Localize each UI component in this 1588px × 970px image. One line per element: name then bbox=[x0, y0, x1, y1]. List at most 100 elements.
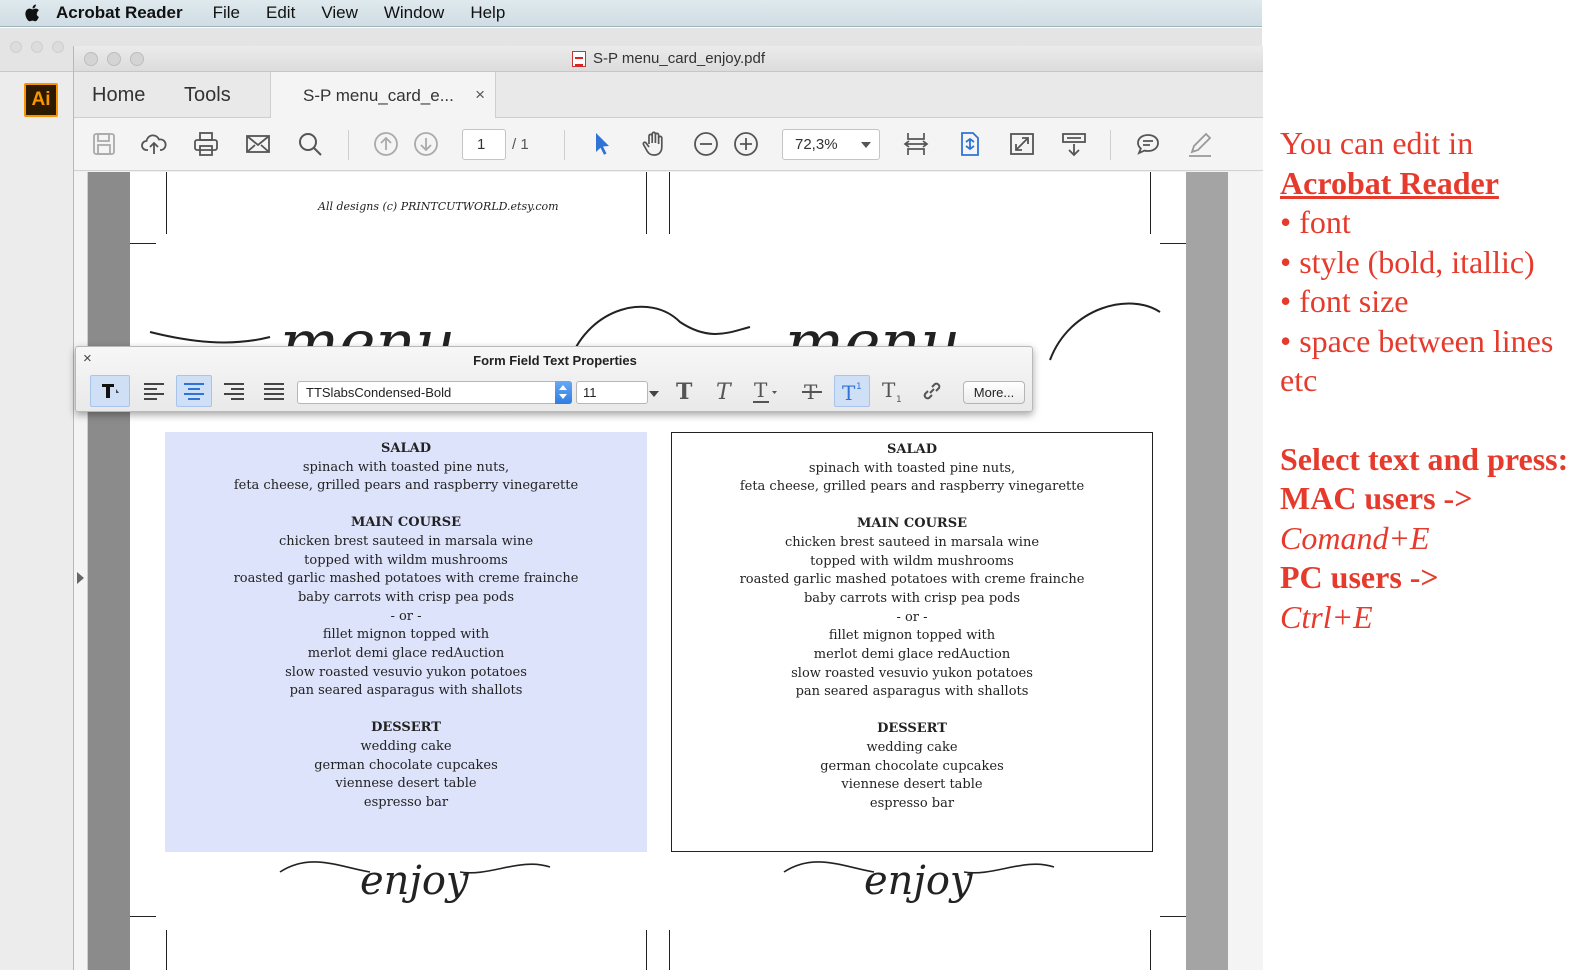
search-icon[interactable] bbox=[294, 128, 326, 160]
annotation-pc-shortcut: Ctrl+E bbox=[1280, 598, 1373, 635]
menu-line: baby carrots with crisp pea pods bbox=[803, 590, 1021, 606]
menu-window[interactable]: Window bbox=[384, 3, 444, 23]
italic-button[interactable]: T bbox=[706, 375, 742, 407]
menu-line: wedding cake bbox=[866, 739, 958, 755]
section-heading: MAIN COURSE bbox=[350, 515, 462, 531]
align-center-icon bbox=[184, 383, 204, 400]
font-size-input[interactable]: 11 bbox=[576, 381, 648, 404]
page-number-input[interactable]: 1 bbox=[462, 129, 506, 160]
font-size-chevron-icon[interactable] bbox=[649, 391, 659, 397]
menu-text-field-right[interactable]: SALAD spinach with toasted pine nuts, fe… bbox=[671, 432, 1153, 852]
page-down-icon[interactable] bbox=[410, 128, 442, 160]
acrobat-window: S-P menu_card_enjoy.pdf Home Tools S-P m… bbox=[73, 46, 1263, 970]
link-button[interactable] bbox=[914, 375, 950, 407]
read-mode-icon[interactable] bbox=[1058, 128, 1090, 160]
menu-line: roasted garlic mashed potatoes with crem… bbox=[233, 571, 579, 587]
menu-edit[interactable]: Edit bbox=[266, 3, 295, 23]
zoom-level-dropdown[interactable]: 72,3% bbox=[782, 129, 880, 160]
menu-app-name[interactable]: Acrobat Reader bbox=[56, 3, 183, 23]
window-close-button[interactable] bbox=[84, 52, 98, 66]
select-arrow-icon[interactable] bbox=[586, 128, 618, 160]
scroll-mode-icon[interactable] bbox=[900, 128, 932, 160]
zoom-in-icon[interactable] bbox=[730, 128, 762, 160]
toolbar-separator bbox=[1110, 130, 1111, 160]
crop-mark bbox=[646, 930, 647, 970]
fit-page-icon[interactable] bbox=[954, 128, 986, 160]
crop-mark bbox=[166, 930, 167, 970]
section-heading: DESSERT bbox=[877, 721, 947, 737]
annotation-pc-label: PC users -> bbox=[1280, 559, 1439, 595]
svg-text:1: 1 bbox=[856, 382, 862, 392]
strikethrough-button[interactable]: T bbox=[794, 375, 830, 407]
expand-pane-icon[interactable] bbox=[77, 572, 84, 584]
menu-line: fillet mignon topped with bbox=[828, 628, 996, 644]
tab-home[interactable]: Home bbox=[92, 72, 145, 118]
menu-line: merlot demi glace redAuction bbox=[813, 647, 1011, 663]
hand-icon[interactable] bbox=[638, 128, 670, 160]
enjoy-script-right: enjoy bbox=[783, 858, 1055, 904]
upload-cloud-icon[interactable] bbox=[138, 128, 170, 160]
underline-button[interactable]: T bbox=[746, 375, 782, 407]
strikethrough-text-icon: T bbox=[802, 380, 822, 404]
superscript-button[interactable]: T1 bbox=[834, 375, 870, 407]
justify-button[interactable] bbox=[256, 375, 292, 407]
print-icon[interactable] bbox=[190, 128, 222, 160]
save-icon[interactable] bbox=[88, 128, 120, 160]
font-size-value: 11 bbox=[583, 385, 597, 400]
menu-text-field-left[interactable]: SALAD spinach with toasted pine nuts, fe… bbox=[165, 432, 647, 852]
email-icon[interactable] bbox=[242, 128, 274, 160]
pen-icon[interactable] bbox=[1184, 128, 1216, 160]
zoom-level-value: 72,3% bbox=[795, 136, 838, 153]
designer-credit: All designs (c) PRINTCUTWORLD.etsy.com bbox=[318, 200, 559, 213]
chevron-down-icon bbox=[861, 142, 871, 148]
window-minimize-button[interactable] bbox=[107, 52, 121, 66]
align-right-button[interactable] bbox=[216, 375, 252, 407]
section-heading: MAIN COURSE bbox=[856, 516, 968, 532]
section-heading: SALAD bbox=[887, 442, 937, 457]
tab-close-icon[interactable]: × bbox=[475, 85, 485, 105]
comment-icon[interactable] bbox=[1132, 128, 1164, 160]
svg-text:T: T bbox=[676, 379, 693, 404]
illustrator-logo[interactable]: Ai bbox=[24, 83, 58, 117]
menu-line: pan seared asparagus with shallots bbox=[795, 684, 1029, 700]
window-zoom-button[interactable] bbox=[130, 52, 144, 66]
pdf-page: All designs (c) PRINTCUTWORLD.etsy.com m… bbox=[130, 172, 1186, 970]
menu-line: fillet mignon topped with bbox=[322, 627, 490, 643]
apple-icon[interactable] bbox=[24, 3, 42, 23]
menu-line: viennese desert table bbox=[841, 777, 983, 793]
svg-text:T: T bbox=[754, 378, 768, 402]
vertical-scrollbar[interactable] bbox=[1186, 172, 1228, 970]
crop-mark bbox=[669, 172, 670, 234]
menu-line: baby carrots with crisp pea pods bbox=[297, 589, 515, 605]
crop-mark bbox=[166, 172, 167, 234]
align-center-button[interactable] bbox=[176, 375, 212, 407]
zoom-out-icon[interactable] bbox=[690, 128, 722, 160]
align-left-button[interactable] bbox=[136, 375, 172, 407]
font-family-select[interactable]: TTSlabsCondensed-Bold bbox=[297, 381, 572, 404]
more-button[interactable]: More... bbox=[963, 381, 1025, 404]
text-color-button[interactable] bbox=[90, 375, 130, 407]
superscript-text-icon: T1 bbox=[842, 381, 862, 404]
underline-text-icon: T bbox=[753, 378, 777, 403]
menu-line: chicken brest sauteed in marsala wine bbox=[784, 534, 1040, 550]
palette-title: Form Field Text Properties bbox=[473, 353, 637, 368]
menu-line: - or - bbox=[896, 609, 928, 625]
tab-tools[interactable]: Tools bbox=[184, 72, 231, 118]
annotation-bullet: • font bbox=[1280, 204, 1351, 240]
menu-line: slow roasted vesuvio yukon potatoes bbox=[285, 664, 527, 680]
bold-text-icon: T bbox=[676, 379, 693, 404]
enjoy-script-left: enjoy bbox=[279, 858, 551, 904]
bold-button[interactable]: T bbox=[666, 375, 702, 407]
subscript-button[interactable]: T1 bbox=[874, 375, 910, 407]
menu-file[interactable]: File bbox=[213, 3, 240, 23]
full-screen-icon[interactable] bbox=[1006, 128, 1038, 160]
menu-line: merlot demi glace redAuction bbox=[307, 646, 505, 662]
crop-mark bbox=[1160, 243, 1186, 244]
navigation-pane-strip[interactable] bbox=[74, 172, 88, 970]
menu-help[interactable]: Help bbox=[470, 3, 505, 23]
toolbar-separator bbox=[564, 130, 565, 160]
tab-document[interactable]: S-P menu_card_e... × bbox=[270, 72, 496, 119]
annotation-app-name: Acrobat Reader bbox=[1280, 164, 1499, 201]
page-up-icon[interactable] bbox=[370, 128, 402, 160]
menu-view[interactable]: View bbox=[321, 3, 358, 23]
